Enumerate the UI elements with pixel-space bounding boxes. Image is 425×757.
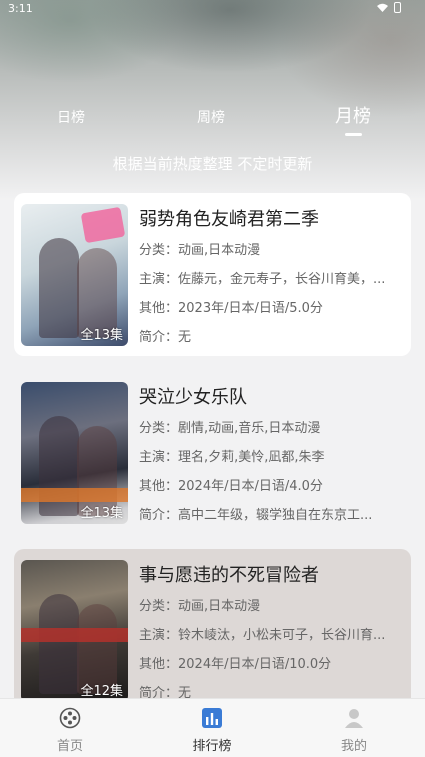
cover-image: 全13集 (21, 204, 128, 346)
status-bar: 3:11 (0, 0, 425, 18)
status-time: 3:11 (8, 2, 33, 15)
nav-home-label: 首页 (56, 739, 83, 754)
tab-month-rank[interactable]: 月榜 (335, 102, 371, 128)
episode-count: 全13集 (80, 328, 123, 343)
item-genre: 分类：剧情,动画,音乐,日本动漫 (139, 421, 321, 436)
cover-image: 全13集 (21, 382, 128, 524)
item-cast: 主演：佐藤元，金元寿子，长谷川育美，... (139, 272, 386, 287)
user-icon (345, 709, 363, 728)
battery-icon (394, 2, 401, 13)
item-title: 弱势角色友崎君第二季 (139, 209, 319, 230)
tab-week-rank[interactable]: 周榜 (197, 107, 225, 127)
item-other: 其他：2024年/日本/日语/10.0分 (139, 657, 332, 672)
bottom-navigation: 首页 排行榜 我的 (0, 698, 425, 757)
update-note: 根据当前热度整理 不定时更新 (112, 155, 313, 173)
bar-chart-icon (202, 708, 222, 728)
status-icons (377, 2, 401, 13)
nav-home[interactable]: 首页 (35, 699, 105, 757)
episode-count: 全13集 (80, 506, 123, 521)
episode-count: 全12集 (80, 684, 123, 699)
item-genre: 分类：动画,日本动漫 (139, 599, 261, 614)
rank-period-tabs: 日榜 周榜 月榜 (0, 95, 425, 140)
item-other: 其他：2023年/日本/日语/5.0分 (139, 301, 323, 316)
nav-profile-label: 我的 (340, 739, 367, 754)
list-item[interactable]: 全13集 哭泣少女乐队 分类：剧情,动画,音乐,日本动漫 主演：理名,夕莉,美怜… (14, 371, 411, 534)
wifi-icon (377, 3, 388, 12)
item-cast: 主演：理名,夕莉,美怜,凪都,朱李 (139, 450, 325, 465)
item-cast: 主演：铃木崚汰，小松未可子，长谷川育... (139, 628, 386, 643)
item-title: 事与愿违的不死冒险者 (139, 565, 319, 586)
nav-profile[interactable]: 我的 (319, 699, 389, 757)
film-reel-icon (59, 707, 81, 729)
active-tab-indicator (345, 133, 362, 136)
item-title: 哭泣少女乐队 (139, 387, 247, 408)
item-intro: 简介：高中二年级，辍学独自在东京工... (139, 508, 373, 523)
item-genre: 分类：动画,日本动漫 (139, 243, 261, 258)
list-item[interactable]: 全12集 事与愿违的不死冒险者 分类：动画,日本动漫 主演：铃木崚汰，小松未可子… (14, 549, 411, 702)
list-item[interactable]: 全13集 弱势角色友崎君第二季 分类：动画,日本动漫 主演：佐藤元，金元寿子，长… (14, 193, 411, 356)
item-other: 其他：2024年/日本/日语/4.0分 (139, 479, 323, 494)
nav-ranking[interactable]: 排行榜 (177, 699, 247, 757)
tab-day-rank[interactable]: 日榜 (57, 107, 85, 127)
nav-ranking-label: 排行榜 (192, 739, 232, 754)
item-intro: 简介：无 (139, 330, 192, 345)
cover-image: 全12集 (21, 560, 128, 702)
